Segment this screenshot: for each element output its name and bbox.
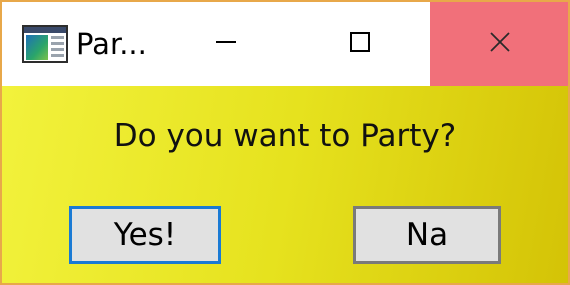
dialog-content: Do you want to Party? Yes! Na bbox=[2, 86, 568, 283]
minimize-button[interactable] bbox=[180, 2, 272, 86]
title-bar[interactable]: Par... bbox=[2, 2, 568, 86]
window-title: Par... bbox=[76, 27, 147, 61]
application-window-icon[interactable] bbox=[22, 25, 68, 63]
close-icon bbox=[488, 30, 512, 58]
dialog-window: Par... Do you want to Party? Yes! Na bbox=[0, 0, 570, 285]
dialog-message: Do you want to Party? bbox=[113, 118, 457, 154]
close-button[interactable] bbox=[430, 2, 568, 86]
yes-button[interactable]: Yes! bbox=[69, 206, 221, 264]
no-button[interactable]: Na bbox=[353, 206, 501, 264]
minimize-icon bbox=[215, 31, 237, 57]
maximize-button[interactable] bbox=[314, 2, 406, 86]
maximize-icon bbox=[349, 31, 371, 57]
